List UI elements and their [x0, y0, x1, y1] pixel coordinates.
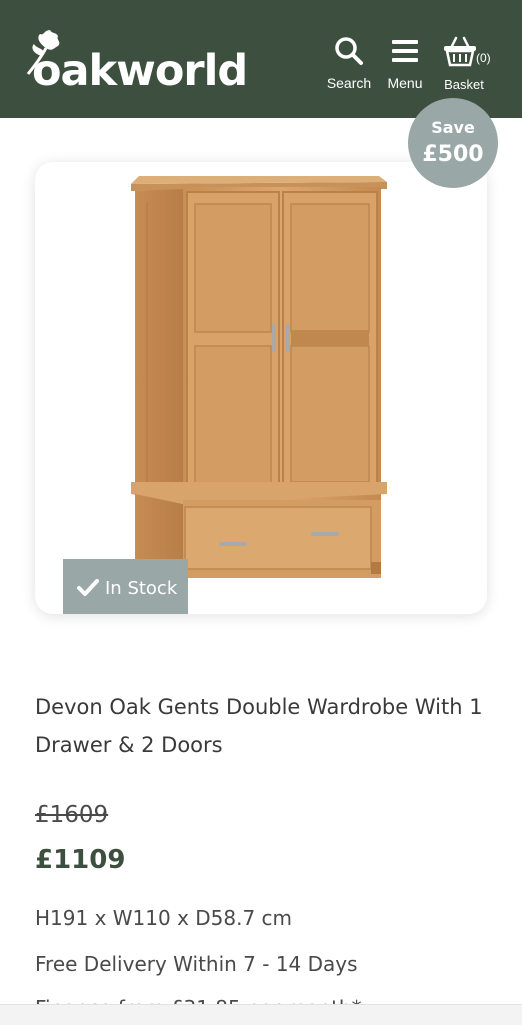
checkmark-icon	[77, 579, 99, 596]
bottom-bar	[0, 1004, 522, 1025]
basket-icon	[444, 36, 476, 67]
menu-button[interactable]: Menu	[384, 36, 426, 91]
basket-label: Basket	[444, 77, 484, 92]
save-badge: Save £500	[408, 98, 498, 188]
delivery-info: Free Delivery Within 7 - 14 Days	[35, 952, 358, 976]
menu-label: Menu	[387, 75, 423, 91]
search-button[interactable]: Search	[326, 36, 372, 91]
save-label: Save	[431, 118, 475, 137]
menu-icon	[392, 40, 418, 62]
original-price: £1609	[35, 802, 109, 828]
basket-button[interactable]: (0) Basket	[438, 36, 494, 92]
product-dimensions: H191 x W110 x D58.7 cm	[35, 906, 293, 930]
sale-price: £1109	[35, 845, 126, 875]
in-stock-badge: In Stock	[63, 559, 188, 614]
basket-count: (0)	[476, 51, 491, 65]
stock-status-text: In Stock	[105, 577, 178, 599]
wardrobe-image	[131, 176, 387, 582]
search-icon	[335, 37, 363, 65]
product-title: Devon Oak Gents Double Wardrobe With 1 D…	[35, 695, 483, 757]
product-image-card[interactable]: In Stock	[35, 162, 487, 614]
search-label: Search	[326, 75, 372, 91]
brand-wordmark: oakworld	[32, 46, 248, 96]
oakworld-logo[interactable]: oakworld	[22, 26, 252, 106]
save-amount: £500	[422, 142, 484, 167]
